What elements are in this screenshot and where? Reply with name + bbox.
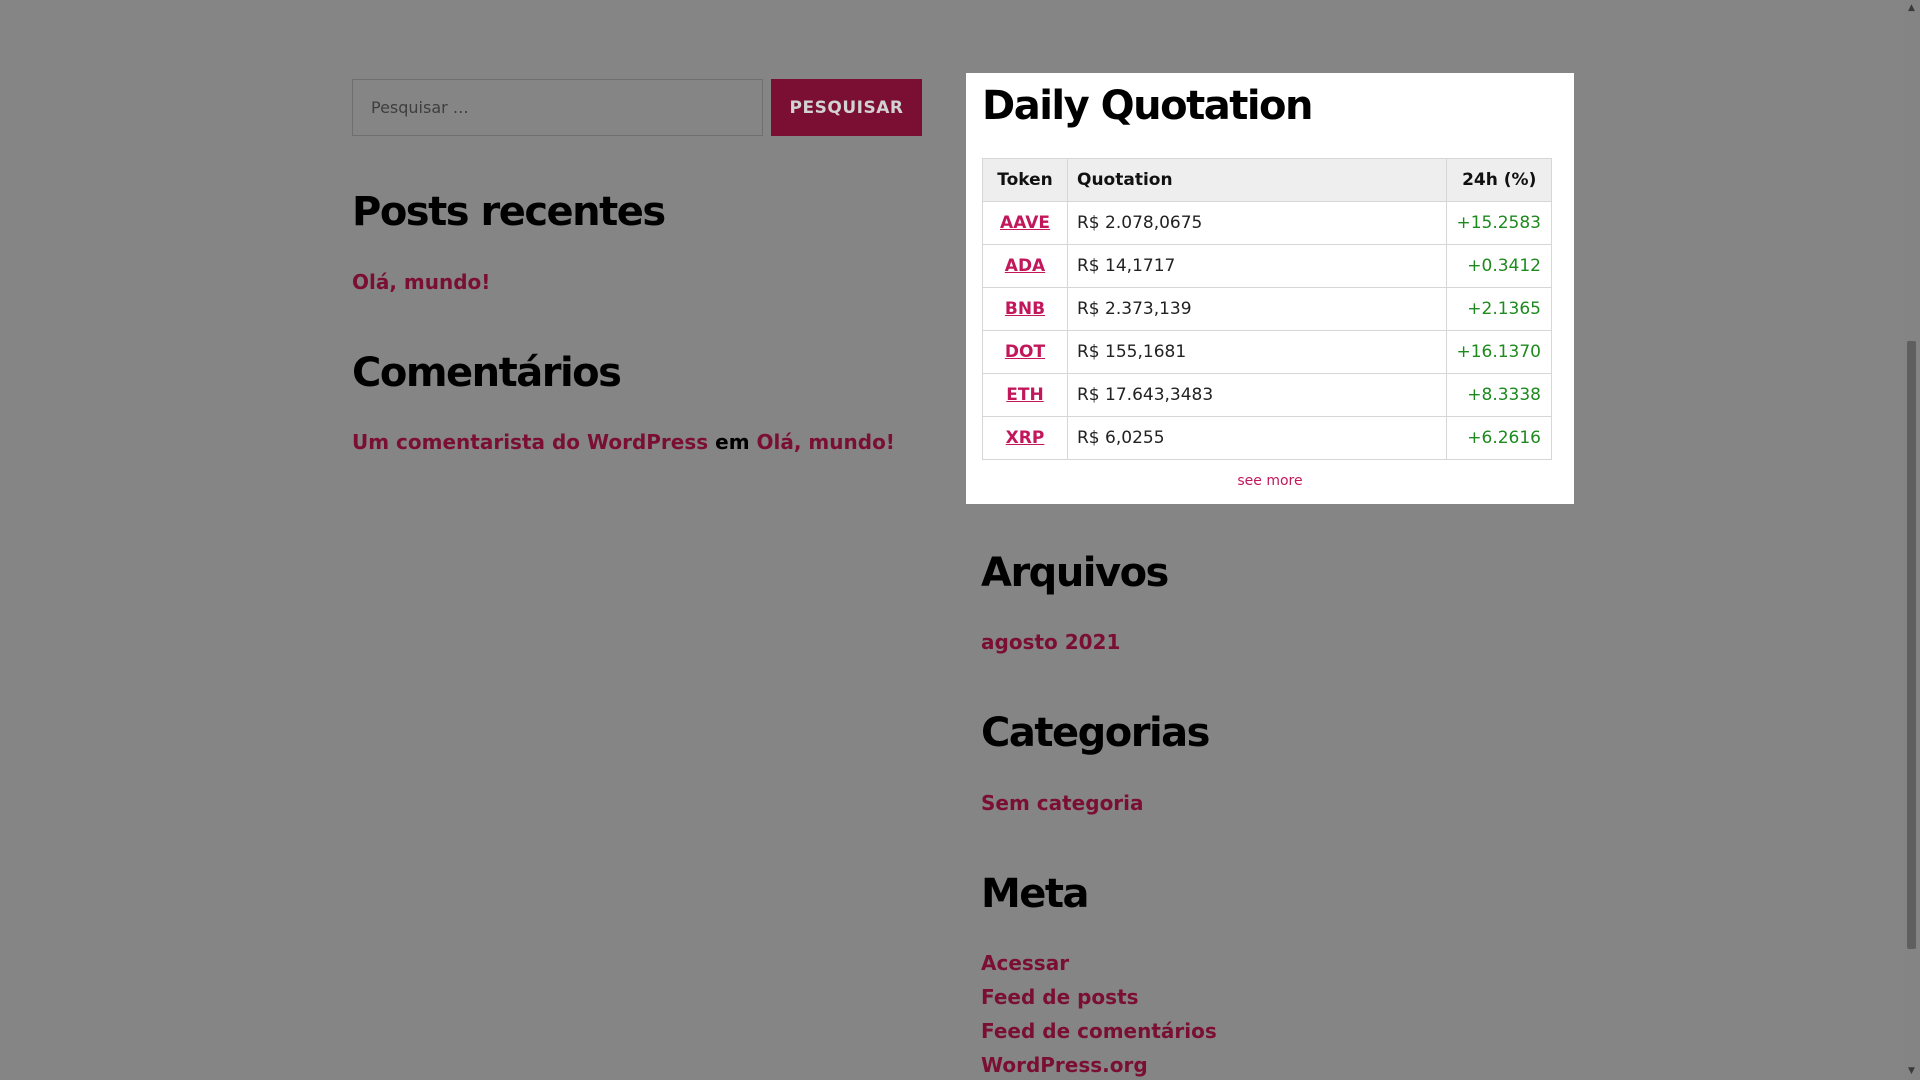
change-cell: +6.2616	[1446, 416, 1552, 460]
quotation-cell: R$ 2.373,139	[1066, 287, 1448, 331]
comment-author-link[interactable]: Um comentarista do WordPress	[352, 430, 708, 454]
quotation-header-row: Token Quotation 24h (%)	[982, 158, 1552, 202]
category-link[interactable]: Sem categoria	[981, 791, 1144, 815]
header-change: 24h (%)	[1446, 158, 1552, 202]
scrollbar[interactable]: ▲ ▼	[1903, 0, 1920, 1080]
search-button[interactable]: PESQUISAR	[771, 79, 922, 136]
daily-quotation-widget: Daily Quotation Token Quotation 24h (%) …	[966, 73, 1574, 504]
table-row: ETH R$ 17.643,3483 +8.3338	[982, 373, 1552, 417]
token-link[interactable]: DOT	[1005, 342, 1045, 362]
search-input[interactable]	[352, 79, 763, 136]
quotation-cell: R$ 14,1717	[1066, 244, 1448, 288]
quotation-cell: R$ 155,1681	[1066, 330, 1448, 374]
page-overlay: PESQUISAR Posts recentes Olá, mundo! Com…	[0, 0, 1920, 1080]
table-row: XRP R$ 6,0255 +6.2616	[982, 416, 1552, 460]
quotation-table: Token Quotation 24h (%) AAVE R$ 2.078,06…	[982, 158, 1552, 460]
token-cell: DOT	[982, 330, 1068, 374]
comment-entry: Um comentarista do WordPress em Olá, mun…	[352, 430, 895, 454]
quotation-cell: R$ 2.078,0675	[1066, 201, 1448, 245]
header-token: Token	[982, 158, 1068, 202]
header-quotation: Quotation	[1066, 158, 1448, 202]
table-row: AAVE R$ 2.078,0675 +15.2583	[982, 201, 1552, 245]
comment-post-link[interactable]: Olá, mundo!	[757, 430, 895, 454]
token-cell: ETH	[982, 373, 1068, 417]
scrollbar-thumb[interactable]	[1907, 341, 1916, 949]
token-link[interactable]: XRP	[1006, 428, 1045, 448]
token-link[interactable]: ETH	[1006, 385, 1043, 405]
table-row: BNB R$ 2.373,139 +2.1365	[982, 287, 1552, 331]
scroll-down-arrow-icon[interactable]: ▼	[1903, 1063, 1920, 1080]
meta-login-link[interactable]: Acessar	[981, 951, 1069, 975]
quotation-cell: R$ 6,0255	[1066, 416, 1448, 460]
see-more-link[interactable]: see more	[966, 473, 1574, 489]
table-row: DOT R$ 155,1681 +16.1370	[982, 330, 1552, 374]
change-cell: +16.1370	[1446, 330, 1552, 374]
recent-post-link[interactable]: Olá, mundo!	[352, 270, 490, 294]
categories-title: Categorias	[981, 710, 1210, 756]
quotation-cell: R$ 17.643,3483	[1066, 373, 1448, 417]
token-link[interactable]: BNB	[1005, 299, 1045, 319]
change-cell: +2.1365	[1446, 287, 1552, 331]
change-cell: +15.2583	[1446, 201, 1552, 245]
archive-link[interactable]: agosto 2021	[981, 630, 1120, 654]
token-cell: XRP	[982, 416, 1068, 460]
token-cell: AAVE	[982, 201, 1068, 245]
token-link[interactable]: AAVE	[1000, 213, 1050, 233]
comments-title: Comentários	[352, 350, 622, 396]
token-link[interactable]: ADA	[1005, 256, 1045, 276]
table-row: ADA R$ 14,1717 +0.3412	[982, 244, 1552, 288]
meta-wordpress-org-link[interactable]: WordPress.org	[981, 1053, 1148, 1077]
meta-posts-feed-link[interactable]: Feed de posts	[981, 985, 1139, 1009]
archives-title: Arquivos	[981, 550, 1169, 596]
meta-title: Meta	[981, 871, 1090, 917]
meta-comments-feed-link[interactable]: Feed de comentários	[981, 1019, 1217, 1043]
comment-separator: em	[715, 430, 750, 454]
daily-quotation-title: Daily Quotation	[982, 83, 1313, 129]
token-cell: BNB	[982, 287, 1068, 331]
change-cell: +8.3338	[1446, 373, 1552, 417]
scroll-up-arrow-icon[interactable]: ▲	[1903, 0, 1920, 17]
change-cell: +0.3412	[1446, 244, 1552, 288]
recent-posts-title: Posts recentes	[352, 189, 666, 235]
token-cell: ADA	[982, 244, 1068, 288]
